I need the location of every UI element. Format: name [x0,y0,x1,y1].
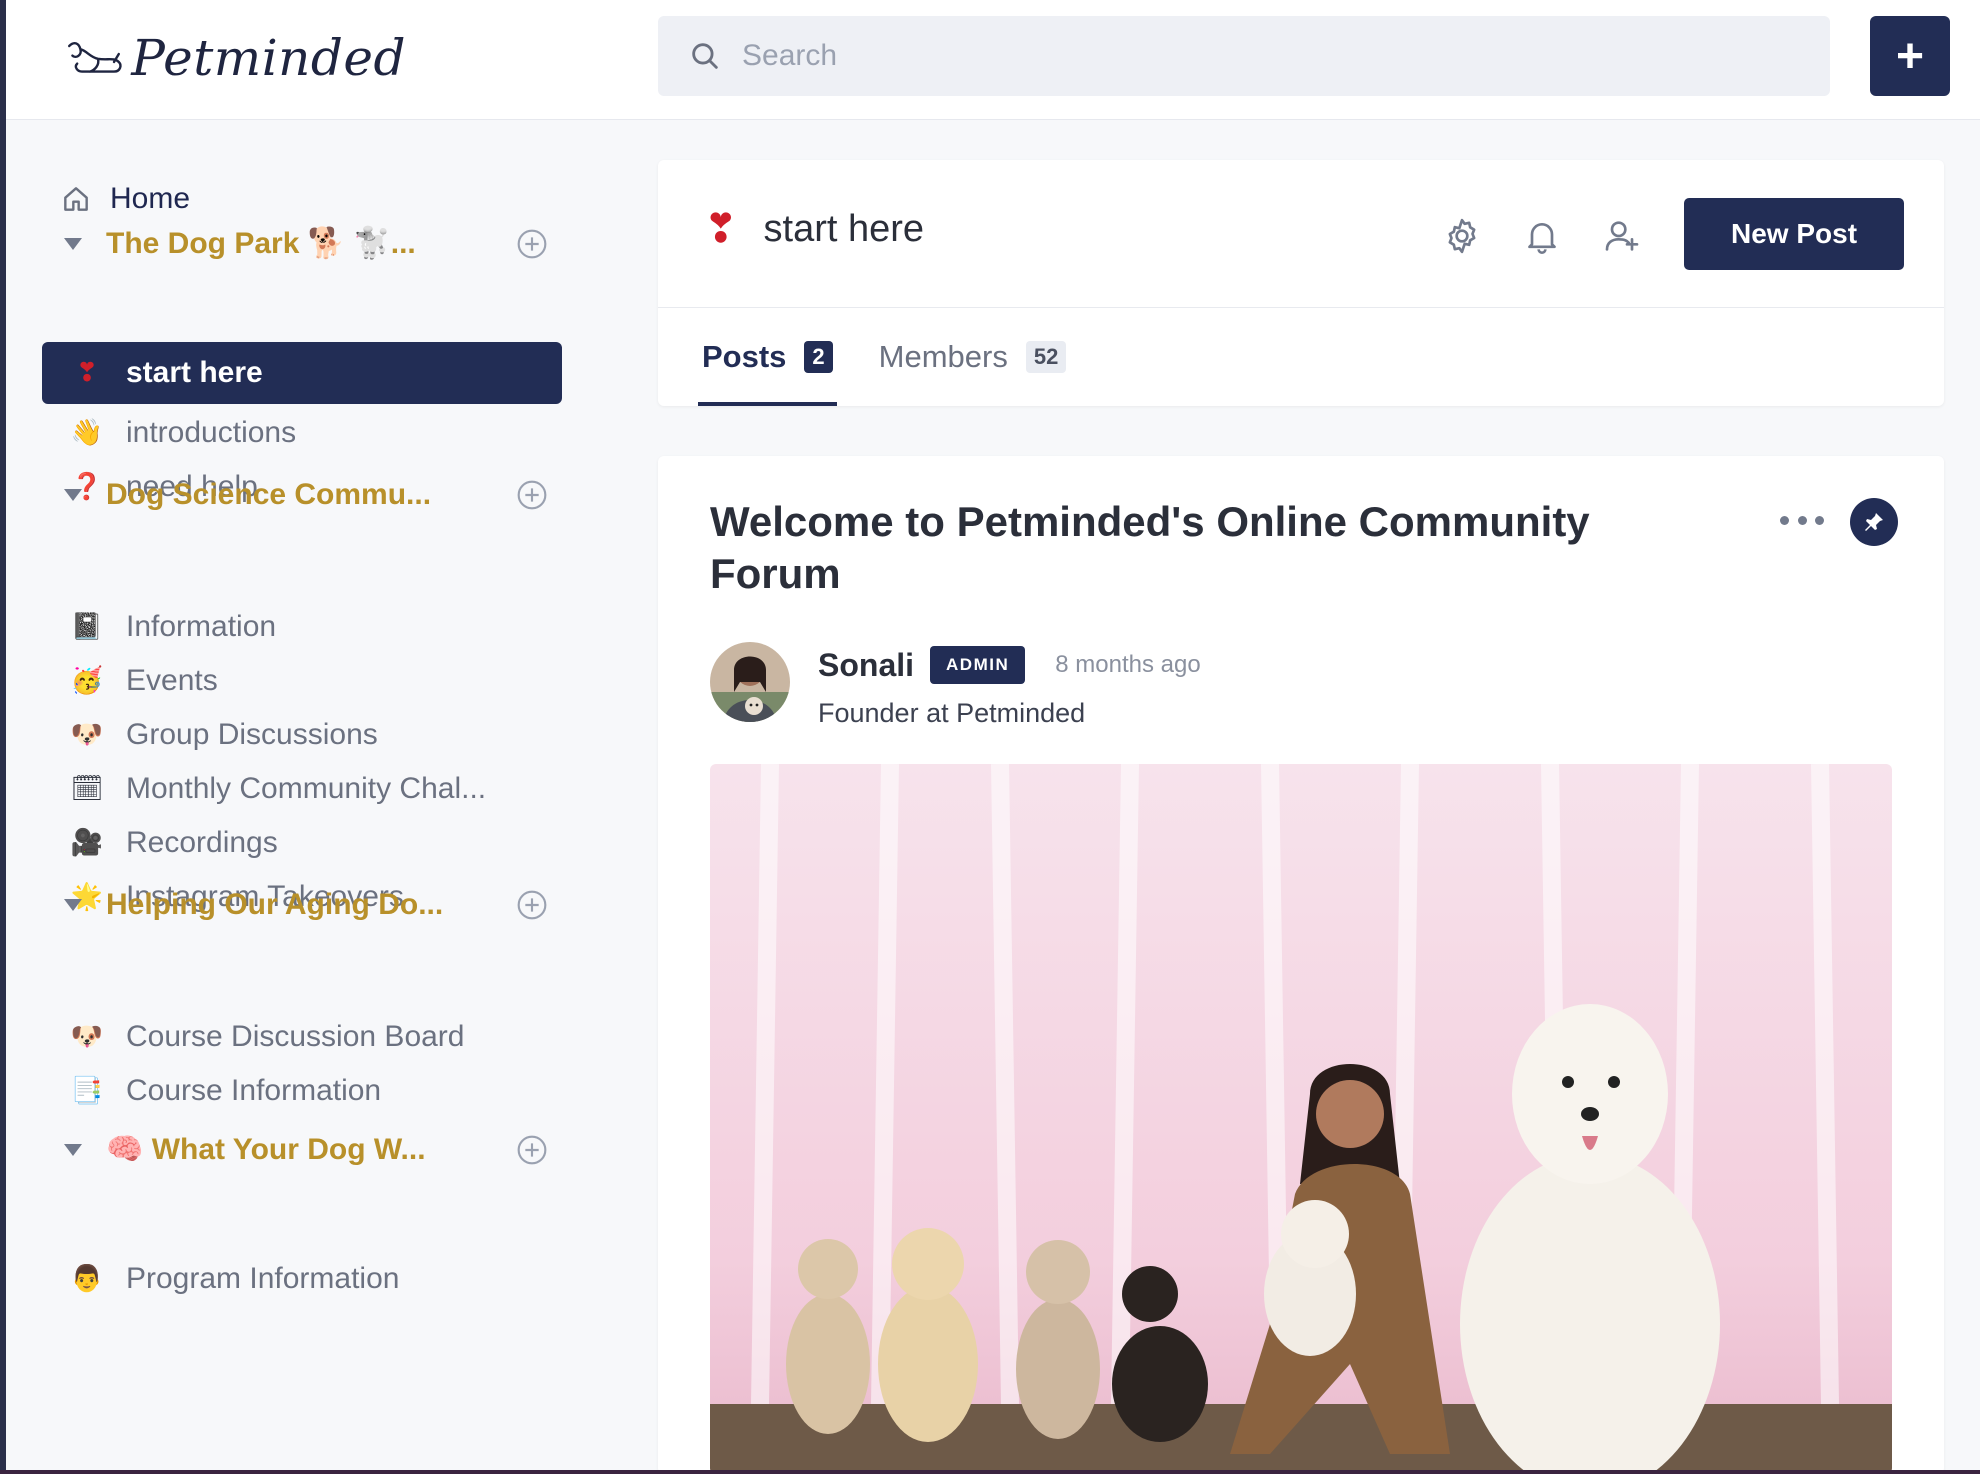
video-camera-icon: 🎥 [70,828,104,858]
sidebar-item-events[interactable]: 🥳 Events [42,650,562,712]
add-circle-icon[interactable] [516,479,548,511]
add-circle-icon[interactable] [516,889,548,921]
calendar-icon: 🗓 [70,774,104,804]
sidebar-item-course-discussion-board[interactable]: 🐶 Course Discussion Board [42,1006,562,1068]
space-header: ❣ start here New Post Posts 2 Members 52 [658,160,1944,406]
channel-label: introductions [126,416,297,449]
collapse-triangle-icon[interactable] [64,237,82,250]
channel-label: Information [126,610,277,643]
group-helping-aging-dogs[interactable]: Helping Our Aging Do... [64,888,554,922]
dog-face-icon: 🐶 [70,1022,104,1052]
post-author: Sonali ADMIN 8 months ago [818,646,1201,684]
sidebar-item-monthly-challenge[interactable]: 🗓 Monthly Community Chal... [42,758,562,820]
tab-label: Members [878,339,1008,374]
dog-logo-icon [68,42,122,73]
sidebar: Home The Dog Park 🐕 🐩... ❣ start here 👋 … [6,120,596,1474]
brand-name: Petminded [131,29,406,87]
group-title: Dog Science Commu... [106,478,432,511]
search-bar[interactable] [658,16,1830,96]
channel-label: Recordings [126,826,278,859]
pin-icon[interactable] [1850,498,1898,546]
new-post-button[interactable]: New Post [1684,198,1904,270]
dog-face-icon: 🐶 [70,720,104,750]
channel-label: Events [126,664,218,697]
group-dog-science[interactable]: Dog Science Commu... [64,478,554,512]
party-face-icon: 🥳 [70,666,104,696]
add-member-icon[interactable] [1602,216,1642,256]
tab-count: 2 [804,341,833,373]
group-title: 🧠 What Your Dog W... [106,1133,426,1166]
post-timestamp: 8 months ago [1055,651,1201,678]
collapse-triangle-icon[interactable] [64,489,82,501]
document-icon: 📑 [70,1076,104,1106]
waving-hand-icon: 👋 [70,418,104,448]
collapse-triangle-icon[interactable] [64,899,82,911]
create-button[interactable]: + [1870,16,1950,96]
tab-label: Posts [702,339,787,374]
post-cover-photo [710,764,1892,1474]
collapse-triangle-icon[interactable] [64,1143,82,1156]
tab-members[interactable]: Members 52 [875,308,1071,406]
channel-label: Program Information [126,1262,400,1295]
heart-exclamation-icon: ❣ [76,358,98,388]
tab-count: 52 [1025,341,1067,373]
bell-icon[interactable] [1522,216,1562,256]
author-role: Founder at Petminded [818,698,1086,728]
tab-posts[interactable]: Posts 2 [698,308,837,406]
sidebar-item-information[interactable]: 📓 Information [42,596,562,658]
space-name: start here [763,207,925,250]
channel-label: Monthly Community Chal... [126,772,487,805]
space-title: ❣ start here [704,206,924,252]
admin-badge: ADMIN [930,646,1026,684]
top-bar: Petminded + [6,0,1980,120]
author-name[interactable]: Sonali [818,647,914,684]
search-icon [692,43,718,69]
channel-label: start here [126,356,263,389]
group-the-dog-park[interactable]: The Dog Park 🐕 🐩... [64,226,554,261]
sidebar-item-course-information[interactable]: 📑 Course Information [42,1060,562,1122]
sidebar-item-group-discussions[interactable]: 🐶 Group Discussions [42,704,562,766]
group-title: Helping Our Aging Do... [106,888,444,921]
gear-icon[interactable] [1442,216,1482,256]
space-tabs: Posts 2 Members 52 [698,308,1108,406]
group-what-your-dog[interactable]: 🧠 What Your Dog W... [64,1132,554,1167]
person-icon: 👨 [70,1264,104,1294]
channel-label: Course Information [126,1074,382,1107]
more-options-icon[interactable] [1780,510,1824,530]
post-title[interactable]: Welcome to Petminded's Online Community … [710,496,1670,600]
sidebar-item-introductions[interactable]: 👋 introductions [42,402,562,464]
post-card: Welcome to Petminded's Online Community … [658,456,1944,1474]
search-input[interactable] [742,39,1792,73]
petminded-logo[interactable]: Petminded [66,26,406,90]
window-bottom-edge [0,1470,1980,1474]
sidebar-item-home[interactable]: Home [60,182,190,216]
sidebar-item-start-here[interactable]: ❣ start here [42,342,562,404]
home-label: Home [110,182,191,215]
channel-label: Course Discussion Board [126,1020,465,1053]
notebook-icon: 📓 [70,612,104,642]
sidebar-item-program-information[interactable]: 👨 Program Information [42,1248,562,1310]
sidebar-item-recordings[interactable]: 🎥 Recordings [42,812,562,874]
heart-exclamation-icon: ❣ [704,206,738,252]
home-icon [64,187,88,211]
channel-label: Group Discussions [126,718,378,751]
add-circle-icon[interactable] [516,1134,548,1166]
group-title: The Dog Park 🐕 🐩... [106,227,416,260]
avatar[interactable] [710,642,790,722]
add-circle-icon[interactable] [516,228,548,260]
